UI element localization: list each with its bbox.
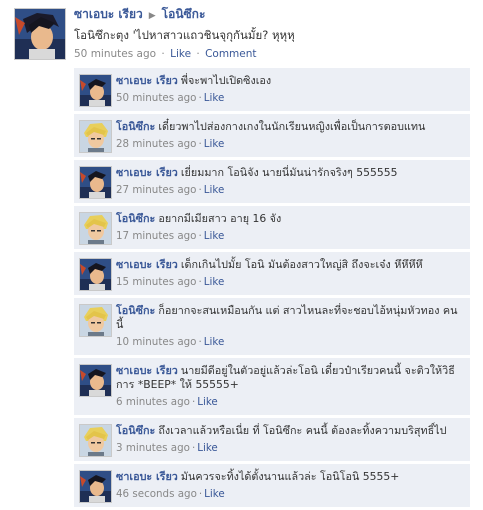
commenter-avatar[interactable] <box>79 364 112 397</box>
comment-meta: 10 minutes ago · Like <box>116 336 464 349</box>
comment-list: ซาเอบะ เรียว พี่จะพาไปเปิดซิงเอง 50 minute… <box>74 68 470 510</box>
comment-like-link[interactable]: Like <box>204 230 225 242</box>
commenter-name-link[interactable]: โอนิซึกะ <box>116 120 155 133</box>
comment-timestamp: 17 minutes ago <box>116 230 197 242</box>
comment-like-link[interactable]: Like <box>197 442 218 454</box>
comment-meta: 17 minutes ago · Like <box>116 230 464 243</box>
comment-body: ซาเอบะ เรียว มันควรจะทิ้งได้ตั้งนานแล้วล่… <box>116 470 464 484</box>
separator: · <box>196 48 200 60</box>
post-recipient-link[interactable]: โอนิซึกะ <box>162 7 206 21</box>
comment-meta: 28 minutes ago · Like <box>116 138 464 151</box>
comment-like-link[interactable]: Like <box>197 396 218 408</box>
comment-text: เด็กเกินไปมั้ย โอนิ มันต้องสาวใหญ่สิ ถึง… <box>180 258 423 271</box>
post-body: ซาเอบะ เรียว ▶ โอนิซึกะ โอนิซึกะตุง 'ไปหาส… <box>74 6 474 60</box>
commenter-avatar[interactable] <box>79 120 112 153</box>
commenter-name-link[interactable]: ซาเอบะ เรียว <box>116 364 178 377</box>
commenter-name-link[interactable]: ซาเอบะ เรียว <box>116 258 178 271</box>
comment-text: พี่จะพาไปเปิดซิงเอง <box>180 74 272 87</box>
comment-body: ซาเอบะ เรียว นายมีดีอยู่ในตัวอยู่แล้วล่ะโ… <box>116 364 464 392</box>
post-meta: 50 minutes ago · Like · Comment <box>74 48 474 60</box>
comment-item: ซาเอบะ เรียว มันควรจะทิ้งได้ตั้งนานแล้วล่… <box>74 464 470 508</box>
comment-item: ซาเอบะ เรียว พี่จะพาไปเปิดซิงเอง 50 minute… <box>74 68 470 112</box>
comment-like-link[interactable]: Like <box>204 138 225 150</box>
comment-like-link[interactable]: Like <box>204 184 225 196</box>
commenter-name-link[interactable]: โอนิซึกะ <box>116 424 155 437</box>
commenter-name-link[interactable]: ซาเอบะ เรียว <box>116 74 178 87</box>
post-header: ซาเอบะ เรียว ▶ โอนิซึกะ <box>74 6 474 24</box>
comment-meta: 3 minutes ago · Like <box>116 442 464 455</box>
commenter-name-link[interactable]: โอนิซึกะ <box>116 304 155 317</box>
separator: · <box>191 396 196 408</box>
comment-timestamp: 15 minutes ago <box>116 276 197 288</box>
comment-item: โอนิซึกะ ถึงเวลาแล้วหรือเนี่ย ที่ โอนิซึก… <box>74 418 470 462</box>
comment-like-link[interactable]: Like <box>204 336 225 348</box>
commenter-name-link[interactable]: โอนิซึกะ <box>116 212 155 225</box>
commenter-avatar[interactable] <box>79 74 112 107</box>
comment-like-link[interactable]: Like <box>204 92 225 104</box>
separator: · <box>198 184 202 196</box>
comment-meta: 46 seconds ago · Like <box>116 488 464 501</box>
comment-meta: 6 minutes ago · Like <box>116 396 464 409</box>
comment-meta: 50 minutes ago · Like <box>116 92 464 105</box>
commenter-avatar[interactable] <box>79 212 112 245</box>
post-comment-link[interactable]: Comment <box>205 48 256 60</box>
comment-body: โอนิซึกะ ถึงเวลาแล้วหรือเนี่ย ที่ โอนิซึก… <box>116 424 464 438</box>
separator: · <box>198 276 202 288</box>
wall-post: ซาเอบะ เรียว ▶ โอนิซึกะ โอนิซึกะตุง 'ไปหาส… <box>0 0 483 508</box>
commenter-avatar[interactable] <box>79 304 112 337</box>
comment-meta: 15 minutes ago · Like <box>116 276 464 289</box>
comment-meta: 27 minutes ago · Like <box>116 184 464 197</box>
separator: · <box>198 488 203 500</box>
comment-item: ซาเอบะ เรียว เยี่ยมมาก โอนิจัง นายนี่มันน… <box>74 160 470 204</box>
comment-timestamp: 3 minutes ago <box>116 442 190 454</box>
comment-like-link[interactable]: Like <box>204 488 225 500</box>
comment-body: โอนิซึกะ ก็อยากจะสนเหมือนกัน แต่ สาวไหนละ… <box>116 304 464 332</box>
commenter-avatar[interactable] <box>79 470 112 503</box>
commenter-avatar[interactable] <box>79 424 112 457</box>
post-timestamp: 50 minutes ago <box>74 48 157 60</box>
arrow-right-icon: ▶ <box>148 11 156 21</box>
separator: · <box>198 336 202 348</box>
comment-body: ซาเอบะ เรียว เด็กเกินไปมั้ย โอนิ มันต้องส… <box>116 258 464 272</box>
commenter-avatar[interactable] <box>79 258 112 291</box>
comment-text: ถึงเวลาแล้วหรือเนี่ย ที่ โอนิซึกะ คนนี้ … <box>158 424 447 437</box>
separator: · <box>161 48 165 60</box>
avatar[interactable] <box>14 8 66 60</box>
separator: · <box>198 138 202 150</box>
comment-item: โอนิซึกะ อยากมีเมียสาว อายุ 16 จัง 17 minu… <box>74 206 470 250</box>
comment-body: โอนิซึกะ อยากมีเมียสาว อายุ 16 จัง <box>116 212 464 226</box>
commenter-avatar[interactable] <box>79 166 112 199</box>
comment-item: โอนิซึกะ ก็อยากจะสนเหมือนกัน แต่ สาวไหนละ… <box>74 298 470 356</box>
comment-body: ซาเอบะ เรียว เยี่ยมมาก โอนิจัง นายนี่มันน… <box>116 166 464 180</box>
comment-timestamp: 27 minutes ago <box>116 184 197 196</box>
comment-timestamp: 46 seconds ago <box>116 488 197 500</box>
separator: · <box>191 442 196 454</box>
commenter-name-link[interactable]: ซาเอบะ เรียว <box>116 470 178 483</box>
comment-timestamp: 10 minutes ago <box>116 336 197 348</box>
comment-item: ซาเอบะ เรียว นายมีดีอยู่ในตัวอยู่แล้วล่ะโ… <box>74 358 470 416</box>
comment-item: โอนิซึกะ เดี๋ยวพาไปส่องกางเกงในนักเรียนหญ… <box>74 114 470 158</box>
comment-body: ซาเอบะ เรียว พี่จะพาไปเปิดซิงเอง <box>116 74 464 88</box>
post-like-link[interactable]: Like <box>170 48 191 60</box>
post-text: โอนิซึกะตุง 'ไปหาสาวแถวชินจุกุกันมั้ย? ห… <box>74 28 295 42</box>
comment-text: มันควรจะทิ้งได้ตั้งนานแล้วล่ะ โอนิโอนิ 5… <box>180 470 400 483</box>
comment-timestamp: 50 minutes ago <box>116 92 197 104</box>
separator: · <box>198 230 202 242</box>
comment-body: โอนิซึกะ เดี๋ยวพาไปส่องกางเกงในนักเรียนหญ… <box>116 120 464 134</box>
comment-text: ก็อยากจะสนเหมือนกัน แต่ สาวไหนละที่จะชอบ… <box>116 304 458 331</box>
comment-timestamp: 6 minutes ago <box>116 396 190 408</box>
comment-text: เยี่ยมมาก โอนิจัง นายนี่มันน่ารักจริงๆ 5… <box>180 166 398 179</box>
commenter-name-link[interactable]: ซาเอบะ เรียว <box>116 166 178 179</box>
separator: · <box>198 92 202 104</box>
comment-timestamp: 28 minutes ago <box>116 138 197 150</box>
comment-text: อยากมีเมียสาว อายุ 16 จัง <box>158 212 282 225</box>
comment-text: เดี๋ยวพาไปส่องกางเกงในนักเรียนหญิงเพื่อเ… <box>158 120 426 133</box>
comment-item: ซาเอบะ เรียว เด็กเกินไปมั้ย โอนิ มันต้องส… <box>74 252 470 296</box>
post-author-link[interactable]: ซาเอบะ เรียว <box>74 7 143 21</box>
comment-like-link[interactable]: Like <box>204 276 225 288</box>
